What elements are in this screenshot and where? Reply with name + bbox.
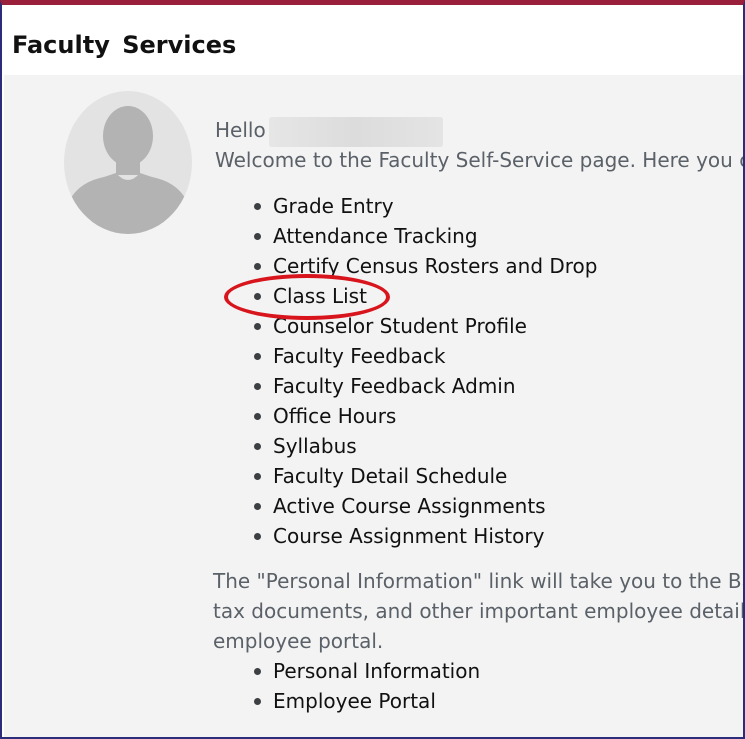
avatar (64, 91, 192, 234)
list-item: Course Assignment History (254, 521, 598, 551)
list-item: Attendance Tracking (254, 221, 598, 251)
list-item: Counselor Student Profile (254, 311, 598, 341)
link-personal-information[interactable]: Personal Information (273, 659, 480, 683)
list-item: Certify Census Rosters and Drop (254, 251, 598, 281)
list-item: Syllabus (254, 431, 598, 461)
paragraph-line: tax documents, and other important emplo… (213, 599, 745, 623)
list-item: Grade Entry (254, 191, 598, 221)
list-item: Faculty Detail Schedule (254, 461, 598, 491)
user-silhouette-icon (66, 106, 190, 234)
bullet (254, 698, 261, 705)
welcome-text: Welcome to the Faculty Self-Service page… (215, 148, 745, 172)
bullet (254, 323, 261, 330)
list-item: Active Course Assignments (254, 491, 598, 521)
link-faculty-detail-schedule[interactable]: Faculty Detail Schedule (273, 464, 507, 488)
list-item: Faculty Feedback Admin (254, 371, 598, 401)
bullet (254, 503, 261, 510)
link-class-list[interactable]: Class List (273, 284, 367, 308)
personal-info-paragraph: The "Personal Information" link will tak… (213, 566, 745, 656)
page-frame: Faculty Services Hello Welcome to the Fa… (0, 0, 745, 739)
bullet (254, 413, 261, 420)
faculty-services-list: Grade Entry Attendance Tracking Certify … (254, 191, 598, 551)
link-employee-portal[interactable]: Employee Portal (273, 689, 436, 713)
link-certify-census-rosters[interactable]: Certify Census Rosters and Drop (273, 254, 598, 278)
bullet (254, 533, 261, 540)
bullet (254, 293, 261, 300)
list-item: Class List (254, 281, 598, 311)
link-course-assignment-history[interactable]: Course Assignment History (273, 524, 544, 548)
redacted-username (269, 117, 443, 147)
link-syllabus[interactable]: Syllabus (273, 434, 357, 458)
page-title: Faculty Services (12, 31, 237, 59)
link-counselor-student-profile[interactable]: Counselor Student Profile (273, 314, 527, 338)
link-office-hours[interactable]: Office Hours (273, 404, 396, 428)
list-item: Faculty Feedback (254, 341, 598, 371)
link-active-course-assignments[interactable]: Active Course Assignments (273, 494, 546, 518)
bullet (254, 353, 261, 360)
bullet (254, 203, 261, 210)
list-item: Personal Information (254, 656, 480, 686)
link-grade-entry[interactable]: Grade Entry (273, 194, 394, 218)
paragraph-line: The "Personal Information" link will tak… (213, 569, 745, 593)
bullet (254, 668, 261, 675)
bullet (254, 473, 261, 480)
link-faculty-feedback[interactable]: Faculty Feedback (273, 344, 445, 368)
list-item: Employee Portal (254, 686, 480, 716)
paragraph-line: employee portal. (213, 629, 384, 653)
list-item: Office Hours (254, 401, 598, 431)
greeting-hello: Hello (215, 118, 266, 142)
personal-links-list: Personal Information Employee Portal (254, 656, 480, 716)
bullet (254, 263, 261, 270)
bullet (254, 383, 261, 390)
link-attendance-tracking[interactable]: Attendance Tracking (273, 224, 478, 248)
link-faculty-feedback-admin[interactable]: Faculty Feedback Admin (273, 374, 516, 398)
bullet (254, 233, 261, 240)
bullet (254, 443, 261, 450)
